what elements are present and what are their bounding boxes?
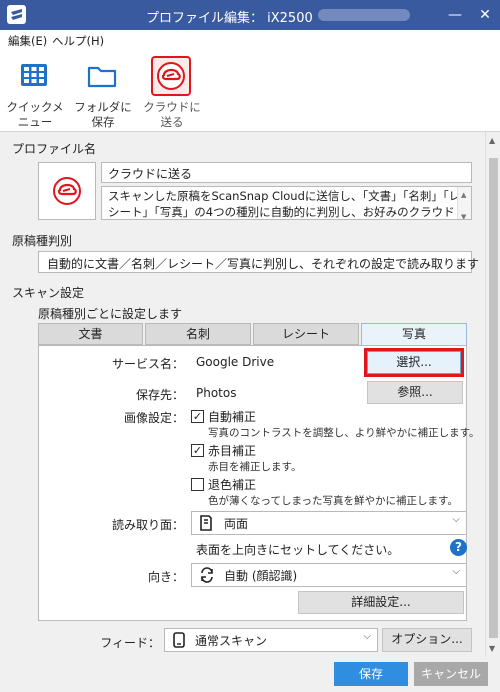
description-text: スキャンした原稿をScanSnap Cloudに送信し、「文書」「名刺」「レシー… — [108, 189, 461, 219]
red-eye-label: 赤目補正 — [208, 444, 257, 458]
chevron-down-icon: ⌵ — [452, 514, 460, 525]
vertical-scrollbar[interactable]: ▲ ▼ — [485, 132, 500, 657]
doc-type-heading: 原稿種判別 — [12, 234, 73, 248]
tab-document[interactable]: 文書 — [38, 323, 143, 345]
detail-settings-button[interactable]: 詳細設定... — [298, 591, 464, 614]
menu-bar: 編集(E) ヘルプ(H) — [0, 30, 500, 50]
auto-correct-desc: 写真のコントラストを調整し、より鮮やかに補正します。 — [208, 427, 480, 439]
chevron-down-icon: ⌵ — [457, 254, 465, 265]
auto-correct-checkbox[interactable]: ✓ — [191, 410, 204, 423]
save-button[interactable]: 保存 — [334, 662, 408, 686]
profile-name-heading: プロファイル名 — [12, 142, 97, 156]
scan-side-label: 読み取り面： — [111, 518, 184, 532]
feed-select[interactable]: 通常スキャン ⌵ — [164, 628, 378, 652]
toolbar-send-to-cloud[interactable]: クラウドに 送る — [137, 50, 207, 130]
browse-button[interactable]: 参照... — [367, 381, 463, 404]
chevron-down-icon: ⌵ — [363, 631, 371, 642]
minimize-button[interactable]: — — [440, 0, 470, 30]
scan-side-note: 表面を上向きにセットしてください。 — [196, 543, 400, 557]
auto-correct-label: 自動補正 — [208, 410, 257, 424]
toolbar-label: クイックメ ニュー — [6, 100, 64, 129]
scansnap-app-icon — [7, 5, 26, 24]
red-eye-desc: 赤目を補正します。 — [208, 461, 302, 473]
feed-value: 通常スキャン — [195, 634, 268, 648]
image-settings-label: 画像設定： — [123, 411, 184, 425]
scan-settings-subheading: 原稿種別ごとに設定します — [38, 307, 183, 321]
service-label: サービス名： — [111, 357, 184, 371]
profile-toolbar: クイックメ ニュー フォルダに 保存 クラウドに 送る — [0, 50, 500, 132]
scan-settings-heading: スキャン設定 — [12, 286, 85, 300]
toolbar-quick-menu[interactable]: クイックメ ニュー — [0, 50, 70, 130]
folder-icon — [82, 56, 122, 96]
select-service-button[interactable]: 選択... — [364, 348, 464, 377]
cancel-button[interactable]: キャンセル — [414, 662, 488, 686]
redacted-serial — [318, 9, 410, 21]
scan-side-select[interactable]: 両面 ⌵ — [191, 511, 467, 535]
toolbar-label: フォルダに 保存 — [74, 100, 132, 129]
scrollbar-thumb[interactable] — [489, 158, 498, 638]
dialog-footer: 保存 キャンセル — [0, 657, 500, 692]
orientation-label: 向き： — [147, 570, 184, 584]
toolbar-save-to-folder[interactable]: フォルダに 保存 — [68, 50, 138, 130]
options-button[interactable]: オプション... — [382, 628, 472, 652]
menu-help[interactable]: ヘルプ(H) — [52, 33, 104, 49]
tab-receipt[interactable]: レシート — [253, 323, 359, 345]
cloud-logo-icon — [151, 56, 191, 96]
menu-edit[interactable]: 編集(E) — [8, 33, 47, 49]
red-eye-checkbox[interactable]: ✓ — [191, 444, 204, 457]
orientation-select[interactable]: 自動 (顔認識) ⌵ — [191, 563, 467, 587]
cloud-logo-icon — [53, 177, 81, 205]
tab-business-card[interactable]: 名刺 — [145, 323, 251, 345]
chevron-down-icon: ⌵ — [452, 566, 460, 577]
scroll-down-icon[interactable]: ▼ — [489, 644, 495, 653]
help-icon[interactable]: ? — [450, 539, 467, 556]
doc-type-value: 自動的に文書／名刺／レシート／写真に判別し、それぞれの設定で読み取ります — [47, 257, 480, 271]
profile-description-textarea[interactable]: スキャンした原稿をScanSnap Cloudに送信し、「文書」「名刺」「レシー… — [101, 186, 472, 220]
scroll-up-icon[interactable]: ▲ — [489, 136, 495, 145]
feed-label: フィード： — [100, 636, 160, 650]
destination-value: Photos — [196, 386, 237, 400]
destination-label: 保存先： — [135, 388, 184, 402]
service-value: Google Drive — [196, 355, 275, 369]
fade-correct-checkbox[interactable] — [191, 478, 204, 491]
profile-name-input[interactable]: クラウドに送る — [101, 162, 472, 183]
fade-correct-desc: 色が薄くなってしまった写真を鮮やかに補正します。 — [208, 495, 459, 507]
rotate-icon — [199, 567, 215, 586]
close-button[interactable]: ✕ — [470, 0, 500, 30]
scan-side-value: 両面 — [224, 517, 249, 531]
title-bar: プロファイル編集： iX2500 — ✕ — [0, 0, 500, 30]
grid-icon — [14, 56, 54, 96]
profile-icon-box[interactable] — [38, 162, 96, 220]
orientation-value: 自動 (顔認識) — [224, 569, 298, 583]
window-title: プロファイル編集： iX2500 — [146, 11, 313, 26]
scanner-icon — [173, 632, 185, 651]
description-scrollbar[interactable]: ▲ ▼ — [457, 187, 471, 219]
duplex-icon — [199, 515, 213, 534]
fade-correct-label: 退色補正 — [208, 478, 257, 492]
doc-type-select[interactable]: 自動的に文書／名刺／レシート／写真に判別し、それぞれの設定で読み取ります ⌵ — [38, 251, 479, 273]
toolbar-label: クラウドに 送る — [143, 100, 201, 129]
tab-photo[interactable]: 写真 — [361, 323, 467, 346]
